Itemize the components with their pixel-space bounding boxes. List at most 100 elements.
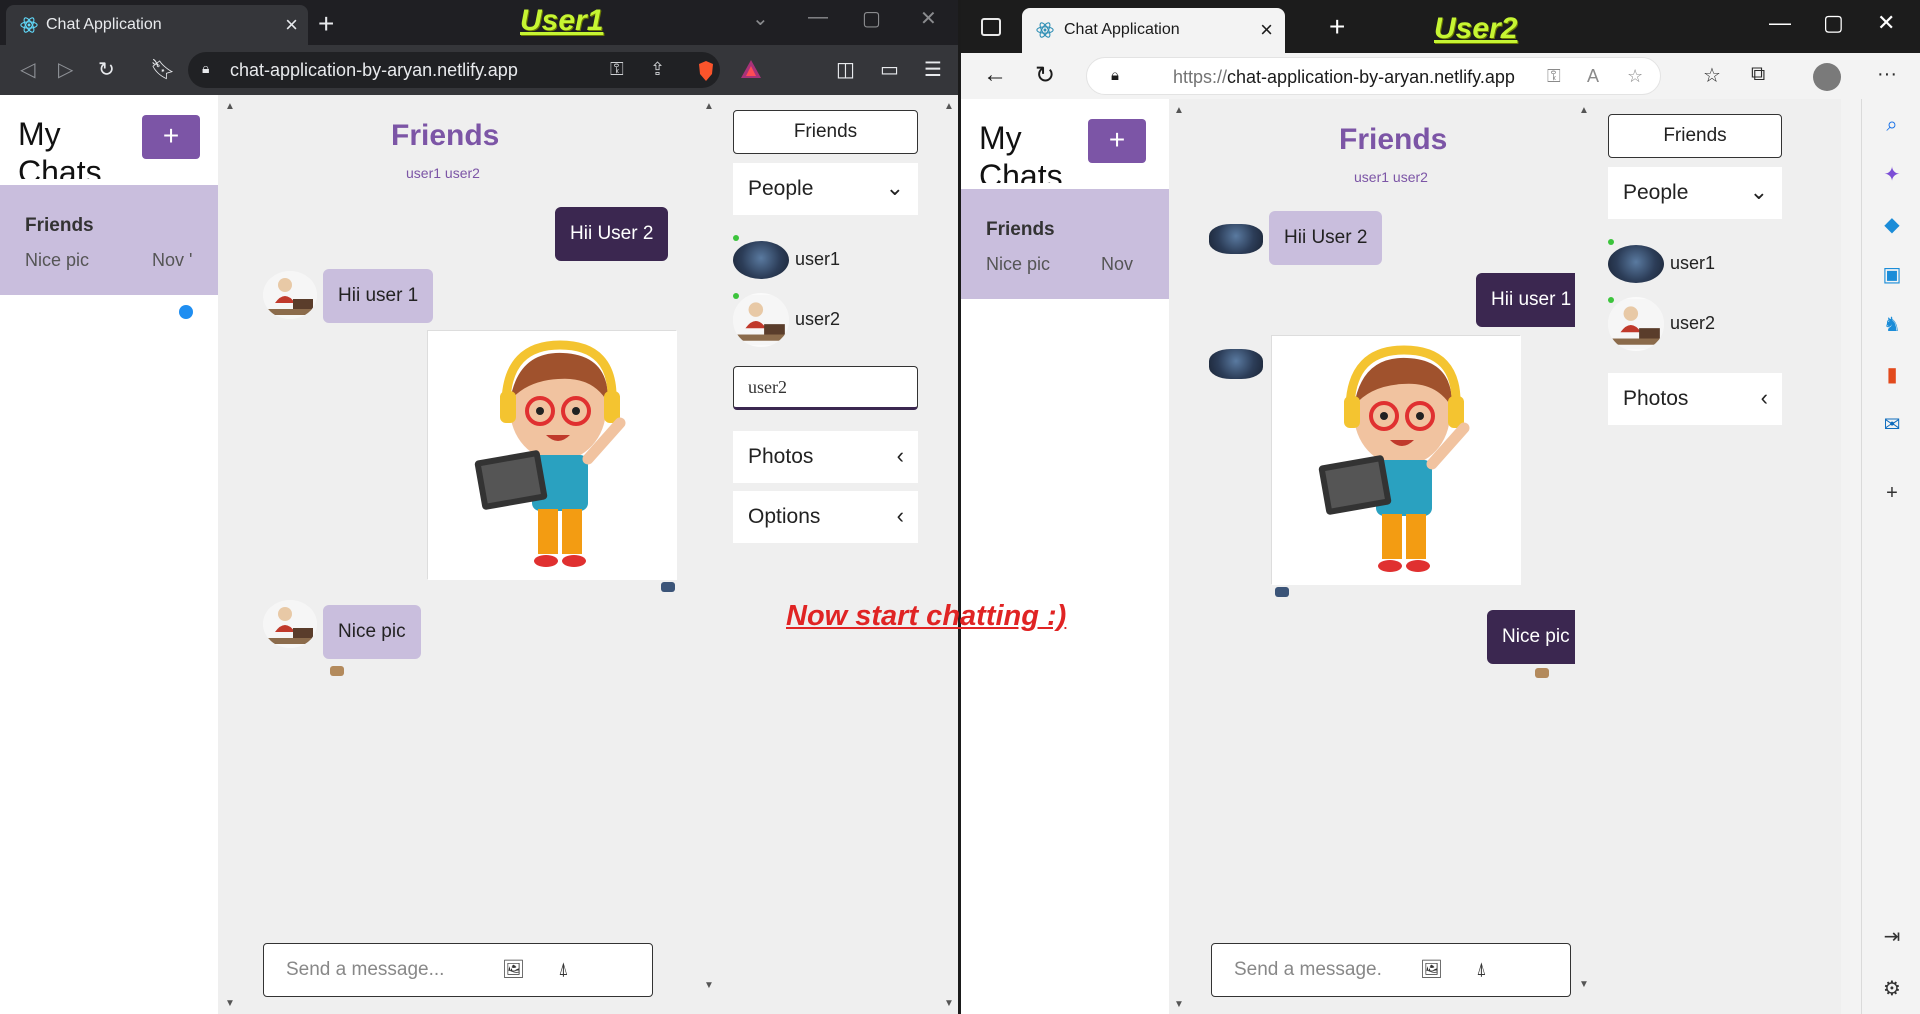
image-message[interactable] xyxy=(1271,335,1521,585)
people-section-header[interactable]: People ⌄ xyxy=(733,163,918,215)
username-input[interactable]: user2 xyxy=(733,366,918,410)
close-tab-icon[interactable]: × xyxy=(1260,17,1273,43)
key-icon[interactable]: ⚿ xyxy=(1547,66,1561,87)
boy-with-laptop-image xyxy=(428,331,677,580)
feed-scrollbar[interactable]: ▲ ▼ xyxy=(1575,99,1593,1014)
options-section-header[interactable]: Options ‹ xyxy=(733,491,918,543)
scroll-down-icon[interactable]: ▼ xyxy=(225,998,235,1009)
games-icon[interactable]: ♞ xyxy=(1880,313,1904,337)
new-chat-button[interactable]: + xyxy=(142,115,200,159)
search-icon[interactable]: ⌕ xyxy=(1880,113,1904,137)
person-name: user1 xyxy=(795,249,841,269)
settings-scrollbar[interactable] xyxy=(1841,99,1861,1014)
read-receipt-avatar xyxy=(330,666,344,676)
browser-tab[interactable]: Chat Application × xyxy=(6,5,308,45)
chat-list-panel: My Chats + Friends Nice pic Nov ' xyxy=(0,95,218,1014)
message-input[interactable]: Send a message. xyxy=(1234,959,1382,981)
attach-image-icon[interactable]: 🖼︎ xyxy=(502,959,525,980)
profile-icon[interactable] xyxy=(1813,63,1841,91)
close-window-icon[interactable]: ✕ xyxy=(920,6,937,31)
minimize-icon[interactable]: — xyxy=(1769,10,1791,36)
message-input[interactable]: Send a message... xyxy=(286,959,444,981)
shopping-icon[interactable]: ◆ xyxy=(1880,213,1904,237)
more-icon[interactable]: ··· xyxy=(1877,63,1897,86)
photos-section-header[interactable]: Photos ‹ xyxy=(733,431,918,483)
scroll-up-icon[interactable]: ▲ xyxy=(944,101,954,112)
close-window-icon[interactable]: ✕ xyxy=(1877,10,1895,36)
react-logo-icon xyxy=(1036,22,1054,38)
chat-feed: Friends user1 user2 Hii User 2 Hii user … xyxy=(1189,99,1609,1014)
scroll-up-icon[interactable]: ▲ xyxy=(1174,105,1184,116)
browser-tab[interactable]: Chat Application × xyxy=(1022,8,1285,53)
scroll-up-icon[interactable]: ▲ xyxy=(225,101,235,112)
avatar-user1 xyxy=(1608,245,1664,283)
add-icon[interactable]: + xyxy=(1880,481,1904,505)
scroll-up-icon[interactable]: ▲ xyxy=(704,101,714,112)
share-icon[interactable]: ⇪ xyxy=(650,59,665,80)
forward-icon[interactable]: ▷ xyxy=(58,57,73,82)
key-icon[interactable]: ⚿ xyxy=(610,59,624,80)
chat-item-friends[interactable]: Friends Nice pic Nov ' xyxy=(0,185,218,319)
sidebar-icon[interactable]: ◫ xyxy=(836,57,855,82)
brave-rewards-icon[interactable] xyxy=(740,59,762,79)
photos-section-header[interactable]: Photos ‹ xyxy=(1608,373,1782,425)
message-composer[interactable]: Send a message. 🖼︎ ⍋ xyxy=(1211,943,1571,997)
people-section-header[interactable]: People ⌄ xyxy=(1608,167,1782,219)
online-indicator xyxy=(1608,239,1614,245)
browser-window-user2: Chat Application × + — ▢ ✕ ← ↻ 🔒︎ https:… xyxy=(961,0,1920,1014)
settings-icon[interactable]: ⚙ xyxy=(1880,977,1904,1001)
scroll-down-icon[interactable]: ▼ xyxy=(944,998,954,1009)
settings-scrollbar[interactable]: ▲ ▼ xyxy=(940,95,958,1014)
outlook-icon[interactable]: ✉ xyxy=(1880,413,1904,437)
tools-icon[interactable]: ▣ xyxy=(1880,263,1904,287)
new-tab-icon[interactable]: + xyxy=(1329,11,1345,43)
brave-shield-icon[interactable] xyxy=(696,60,716,82)
message-bubble-mine: Hii User 2 xyxy=(555,207,669,261)
chat-item-date: Nov xyxy=(1101,254,1134,274)
menu-icon[interactable]: ☰ xyxy=(924,57,942,82)
chat-item-last-message: Nice pic xyxy=(25,250,90,270)
url-field[interactable]: 🔒︎ chat-application-by-aryan.netlify.app… xyxy=(188,52,720,88)
favorite-add-icon[interactable]: ☆ xyxy=(1627,66,1643,87)
chat-list-scrollbar[interactable]: ▲ ▼ xyxy=(1169,99,1189,1014)
read-aloud-icon[interactable]: A xyxy=(1587,66,1599,87)
tab-title: Chat Application xyxy=(46,16,162,33)
chat-title-button[interactable]: Friends xyxy=(733,110,918,154)
send-icon[interactable]: ⍋ xyxy=(558,959,569,980)
reload-icon[interactable]: ↻ xyxy=(1035,61,1055,90)
maximize-icon[interactable]: ▢ xyxy=(862,6,881,31)
wallet-icon[interactable]: ▭ xyxy=(880,57,899,82)
image-message[interactable] xyxy=(427,330,677,580)
chat-list-scrollbar[interactable]: ▲ ▼ xyxy=(220,95,240,1014)
collections-icon[interactable]: ⧉ xyxy=(1751,63,1765,86)
chat-item-friends[interactable]: Friends Nice pic Nov xyxy=(961,189,1179,299)
url-field[interactable]: 🔒︎ https://chat-application-by-aryan.net… xyxy=(1086,57,1661,95)
tab-actions-icon[interactable] xyxy=(981,18,1001,36)
minimize-icon[interactable]: — xyxy=(808,6,828,29)
reload-icon[interactable]: ↻ xyxy=(98,57,115,82)
back-icon[interactable]: ← xyxy=(983,61,1007,89)
new-chat-button[interactable]: + xyxy=(1088,119,1146,163)
chevron-left-icon: ‹ xyxy=(1760,385,1768,410)
scroll-down-icon[interactable]: ▼ xyxy=(1174,999,1184,1010)
feed-scrollbar[interactable]: ▲ ▼ xyxy=(700,95,718,1014)
favorites-icon[interactable]: ☆ xyxy=(1703,63,1721,88)
chat-title-button[interactable]: Friends xyxy=(1608,114,1782,158)
bookmark-icon[interactable]: 🔖︎ xyxy=(150,57,175,82)
scroll-down-icon[interactable]: ▼ xyxy=(1579,979,1589,990)
close-tab-icon[interactable]: × xyxy=(285,12,298,38)
scroll-up-icon[interactable]: ▲ xyxy=(1579,105,1589,116)
back-icon[interactable]: ◁ xyxy=(20,57,35,82)
message-composer[interactable]: Send a message... 🖼︎ ⍋ xyxy=(263,943,653,997)
office-icon[interactable]: ▮ xyxy=(1880,363,1904,387)
maximize-icon[interactable]: ▢ xyxy=(1823,10,1844,36)
split-screen-icon[interactable]: ⇥ xyxy=(1880,925,1904,949)
address-bar-row: ◁ ▷ ↻ 🔖︎ 🔒︎ chat-application-by-aryan.ne… xyxy=(0,45,958,95)
tab-search-icon[interactable]: ⌄ xyxy=(752,6,769,31)
attach-image-icon[interactable]: 🖼︎ xyxy=(1420,959,1443,980)
scroll-down-icon[interactable]: ▼ xyxy=(704,980,714,991)
copilot-icon[interactable]: ✦ xyxy=(1880,163,1904,187)
send-icon[interactable]: ⍋ xyxy=(1476,959,1487,980)
new-tab-icon[interactable]: + xyxy=(318,8,334,40)
chevron-left-icon: ‹ xyxy=(896,503,904,528)
